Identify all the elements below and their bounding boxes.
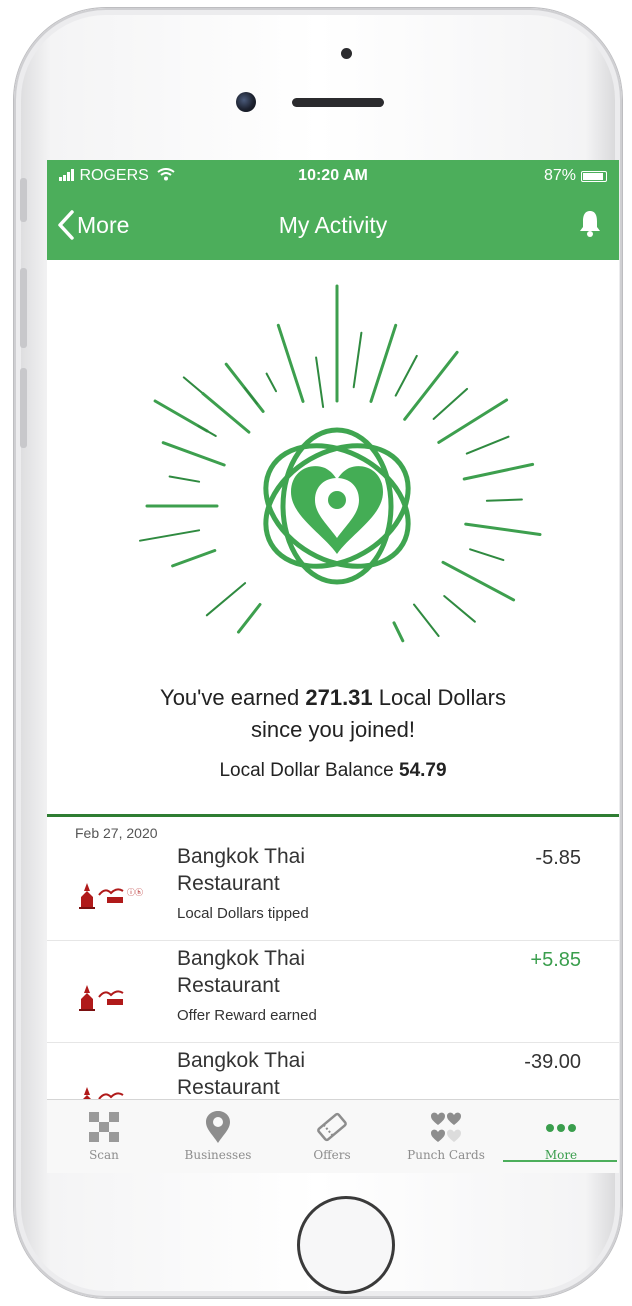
business-name: Bangkok Thai Restaurant bbox=[177, 843, 305, 897]
volume-down-button bbox=[20, 368, 27, 448]
burst-ray bbox=[462, 462, 535, 481]
business-name-line2: Restaurant bbox=[177, 974, 280, 997]
logo-mark-text: ⓘⓗ bbox=[127, 888, 143, 897]
activity-amount: -39.00 bbox=[524, 1051, 581, 1073]
burst-ray bbox=[276, 323, 305, 403]
business-logo-icon bbox=[83, 1087, 124, 1099]
burst-ray bbox=[315, 356, 325, 408]
back-button[interactable]: More bbox=[57, 210, 129, 240]
burst-ray bbox=[265, 372, 277, 393]
burst-ray bbox=[197, 425, 217, 437]
activity-amount: +5.85 bbox=[530, 949, 581, 971]
burst-ray bbox=[432, 387, 469, 420]
balance-label: Local Dollar Balance bbox=[219, 760, 394, 781]
burst-ray bbox=[369, 323, 398, 403]
burst-ray bbox=[465, 435, 510, 455]
local-heart-logo bbox=[263, 427, 411, 585]
battery-icon bbox=[581, 170, 607, 182]
business-logo-icon bbox=[79, 985, 124, 1011]
tab-businesses[interactable]: Businesses bbox=[161, 1100, 275, 1173]
business-name-line1: Bangkok Thai bbox=[177, 947, 306, 970]
business-name: Bangkok Thai Restaurant bbox=[177, 1047, 305, 1099]
burst-ray bbox=[469, 548, 505, 562]
rewards-burst-illustration bbox=[139, 284, 542, 643]
burst-ray bbox=[352, 331, 363, 389]
tab-more[interactable]: More bbox=[503, 1100, 619, 1173]
tab-punch-cards[interactable]: Punch Cards bbox=[389, 1100, 503, 1173]
earned-line2: since you joined! bbox=[251, 717, 415, 742]
activity-row[interactable]: Bangkok Thai Restaurant +5.85 Offer Rewa… bbox=[47, 941, 619, 1043]
tab-label: Scan bbox=[89, 1148, 119, 1162]
activity-amount: -5.85 bbox=[535, 847, 581, 869]
battery-indicator: 87% bbox=[544, 167, 607, 185]
tab-offers[interactable]: Offers bbox=[275, 1100, 389, 1173]
activity-row[interactable]: Bangkok Thai Restaurant -39.00 bbox=[47, 1043, 619, 1099]
page-title: My Activity bbox=[278, 212, 388, 238]
back-label: More bbox=[77, 211, 130, 238]
battery-percent: 87% bbox=[543, 167, 576, 184]
tab-scan[interactable]: Scan bbox=[47, 1100, 161, 1173]
business-name-line2: Restaurant bbox=[177, 872, 280, 895]
more-dots-icon bbox=[546, 1124, 576, 1132]
chevron-left-icon bbox=[58, 210, 74, 240]
earned-summary: You've earned 271.31 Local Dollars since… bbox=[47, 682, 619, 746]
burst-ray bbox=[168, 475, 201, 483]
clock: 10:20 AM bbox=[298, 167, 368, 184]
tab-label: Punch Cards bbox=[407, 1148, 485, 1162]
earned-suffix: Local Dollars bbox=[378, 685, 506, 710]
burst-ray bbox=[464, 522, 542, 536]
earned-amount: 271.31 bbox=[305, 685, 373, 710]
qr-scan-icon bbox=[89, 1112, 119, 1142]
front-camera bbox=[236, 92, 256, 112]
bell-icon[interactable] bbox=[575, 208, 605, 238]
burst-ray bbox=[243, 386, 258, 405]
activity-note: Local Dollars tipped bbox=[177, 905, 309, 922]
burst-ray bbox=[161, 441, 226, 467]
proximity-sensor bbox=[341, 48, 352, 59]
burst-ray bbox=[441, 560, 516, 602]
tab-bar: Scan Businesses Offers Punch Cards More bbox=[47, 1099, 619, 1173]
burst-ray bbox=[201, 392, 251, 434]
mute-switch bbox=[20, 178, 27, 222]
tab-label: Businesses bbox=[184, 1148, 252, 1162]
activity-row[interactable]: ⓘⓗ Bangkok Thai Restaurant -5.85 Local D… bbox=[47, 839, 619, 941]
balance-summary: Local Dollar Balance 54.79 bbox=[47, 760, 619, 782]
business-name-line1: Bangkok Thai bbox=[177, 1049, 306, 1072]
burst-ray bbox=[413, 603, 440, 637]
activity-list[interactable]: Feb 27, 2020 ⓘⓗ Bangkok Thai Restaurant … bbox=[47, 817, 619, 1099]
home-button[interactable] bbox=[297, 1196, 395, 1294]
hearts-icon bbox=[431, 1112, 461, 1142]
active-tab-indicator bbox=[503, 1160, 617, 1162]
ticket-icon bbox=[317, 1112, 347, 1142]
app-screen: ROGERS 10:20 AM 87% More My Activity You… bbox=[47, 160, 619, 1173]
earned-prefix: You've earned bbox=[160, 685, 300, 710]
burst-ray bbox=[485, 498, 523, 502]
earpiece-speaker bbox=[292, 98, 384, 107]
burst-ray bbox=[205, 582, 247, 617]
tab-label: Offers bbox=[313, 1148, 351, 1162]
business-logo-icon: ⓘⓗ bbox=[79, 883, 143, 909]
business-name-line2: Restaurant bbox=[177, 1076, 280, 1099]
burst-ray bbox=[139, 529, 201, 542]
burst-ray bbox=[394, 354, 418, 397]
burst-ray bbox=[171, 549, 217, 568]
status-bar: ROGERS 10:20 AM 87% bbox=[47, 160, 619, 190]
burst-ray bbox=[237, 603, 262, 634]
balance-value: 54.79 bbox=[399, 760, 447, 781]
burst-ray bbox=[392, 621, 405, 643]
volume-up-button bbox=[20, 268, 27, 348]
activity-note: Offer Reward earned bbox=[177, 1007, 317, 1024]
nav-bar: More My Activity bbox=[47, 190, 619, 260]
burst-ray bbox=[443, 595, 476, 623]
business-name: Bangkok Thai Restaurant bbox=[177, 945, 305, 999]
business-name-line1: Bangkok Thai bbox=[177, 845, 306, 868]
map-pin-icon bbox=[206, 1111, 230, 1143]
